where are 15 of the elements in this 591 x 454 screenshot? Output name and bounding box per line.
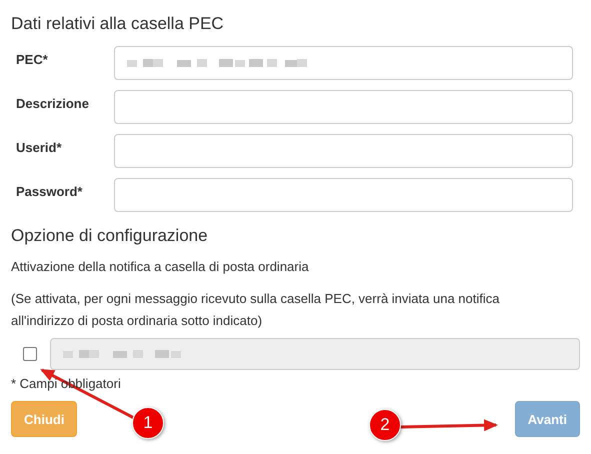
field-label: PEC* bbox=[16, 51, 49, 67]
field-label: Password* bbox=[16, 183, 84, 199]
section-title: Opzione di configurazione bbox=[11, 226, 209, 246]
close-button[interactable]: Chiudi bbox=[11, 401, 78, 437]
field-label: Descrizione bbox=[16, 95, 90, 111]
option-label: Attivazione della notifica a casella di posta ordinaria bbox=[11, 258, 310, 276]
option-note: (Se attivata, per ogni messaggio ricevuto sulla casella PEC, verrà inviata una notifica all'indirizzo di posta ordinaria sotto indicato) bbox=[11, 290, 500, 330]
step-badge: 1 bbox=[132, 407, 164, 439]
input-field[interactable] bbox=[114, 134, 573, 168]
step-badge: 2 bbox=[369, 409, 401, 441]
input-field[interactable] bbox=[114, 90, 573, 124]
section-title: Dati relativi alla casella PEC bbox=[11, 14, 225, 34]
input-field[interactable] bbox=[114, 46, 573, 80]
field-label: Userid* bbox=[16, 139, 63, 155]
input-field[interactable] bbox=[114, 178, 573, 212]
